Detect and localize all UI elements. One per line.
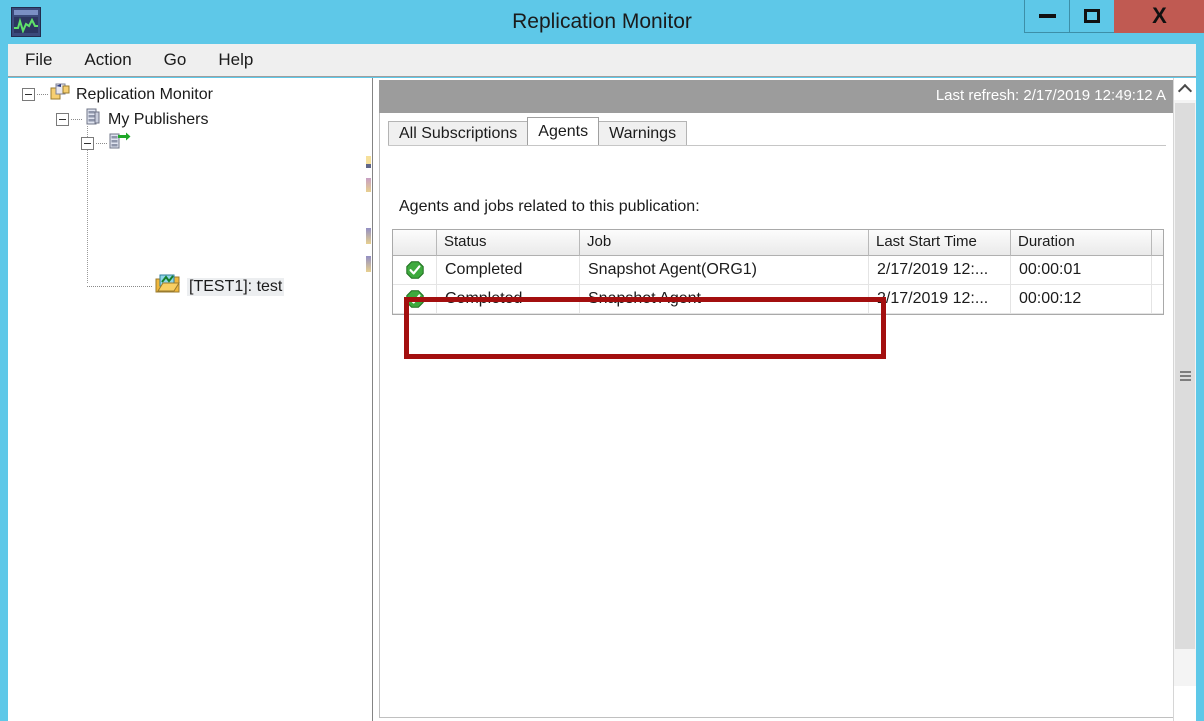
last-refresh-bar: Last refresh: 2/17/2019 12:49:12 A [379,80,1174,113]
scrollbar-grip [1179,369,1191,383]
grid-caption: Agents and jobs related to this publicat… [399,198,700,215]
green-check-icon [405,261,424,279]
minimize-button[interactable] [1024,0,1069,33]
menu-item-go[interactable]: Go [161,48,190,72]
table-row[interactable]: Completed Snapshot Agent(ORG1) 2/17/2019… [393,256,1163,285]
scrollbar-thumb[interactable] [1175,103,1195,649]
chevron-up-icon [1177,83,1193,99]
maximize-button[interactable] [1069,0,1114,33]
cell-last-start-time: 2/17/2019 12:... [869,285,1011,313]
cell-spacer [1152,285,1163,313]
menu-item-action[interactable]: Action [81,48,134,72]
tab-strip-divider [388,145,1166,146]
column-header-select[interactable] [393,230,437,256]
navigation-tree-pane[interactable]: Replication Monitor My Publishers [TEST1… [8,78,373,721]
cell-status: Completed [437,285,580,313]
column-header-spacer [1152,230,1163,256]
tree-node-label: My Publishers [108,110,209,128]
clipped-content-fragment [366,178,371,192]
column-header-last-start-time[interactable]: Last Start Time [869,230,1011,256]
tab-all-subscriptions[interactable]: All Subscriptions [388,121,529,145]
maximize-icon [1084,9,1100,23]
status-icon-cell [393,256,437,284]
tab-warnings[interactable]: Warnings [598,121,688,145]
expander-icon[interactable] [56,113,69,126]
cell-job: Snapshot Agent(ORG1) [580,256,869,284]
agents-grid[interactable]: Status Job Last Start Time Duration Comp… [392,229,1164,315]
column-header-status[interactable]: Status [437,230,580,256]
publishers-server-icon [84,108,102,131]
publication-icon [155,274,181,299]
last-refresh-label: Last refresh: 2/17/2019 12:49:12 A [935,87,1166,104]
tree-dot-connector [87,285,153,288]
tree-node-label: [TEST1]: test [187,277,285,296]
tree-dot-connector [71,118,82,121]
clipped-content-fragment [366,164,371,168]
publisher-server-arrow-icon [109,132,131,155]
tree-node-publisher-server[interactable] [81,132,137,155]
minimize-icon [1038,14,1056,18]
green-check-icon [405,290,424,308]
details-panel-body: All Subscriptions Agents Warnings Agents… [379,113,1174,718]
work-area: Replication Monitor My Publishers [TEST1… [8,78,1196,721]
expander-icon[interactable] [81,137,94,150]
replication-monitor-window: Replication Monitor X File Action Go Hel… [0,0,1204,721]
tree-node-my-publishers[interactable]: My Publishers [56,108,208,131]
cell-last-start-time: 2/17/2019 12:... [869,256,1011,284]
cell-duration: 00:00:01 [1011,256,1152,284]
scroll-up-button[interactable] [1174,78,1196,100]
grid-header-row: Status Job Last Start Time Duration [393,230,1163,256]
replication-monitor-icon [50,83,70,106]
details-pane: Last refresh: 2/17/2019 12:49:12 A All S… [374,78,1196,721]
clipped-content-fragment [366,156,371,164]
cell-spacer [1152,256,1163,284]
tree-node-label: Replication Monitor [76,85,213,103]
menu-item-help[interactable]: Help [215,48,256,72]
column-header-duration[interactable]: Duration [1011,230,1152,256]
expander-icon[interactable] [22,88,35,101]
column-header-job[interactable]: Job [580,230,869,256]
table-row[interactable]: Completed Snapshot Agent 2/17/2019 12:..… [393,285,1163,314]
tree-dot-connector [37,93,48,96]
tab-strip: All Subscriptions Agents Warnings [388,117,688,145]
window-controls: X [1024,0,1204,33]
tree-node-replication-monitor[interactable]: Replication Monitor [22,83,213,106]
replication-tree: Replication Monitor My Publishers [TEST1… [8,78,372,296]
menu-bar: File Action Go Help [8,44,1196,77]
close-button[interactable]: X [1114,0,1204,33]
status-icon-cell [393,285,437,313]
cell-job: Snapshot Agent [580,285,869,313]
vertical-scrollbar[interactable] [1173,78,1196,721]
tab-agents[interactable]: Agents [527,117,600,145]
title-bar[interactable]: Replication Monitor X [0,0,1204,44]
clipped-content-fragment [366,228,371,244]
tree-dot-connector [96,142,107,145]
tree-node-test1-test[interactable]: [TEST1]: test [87,274,285,299]
menu-item-file[interactable]: File [22,48,55,72]
clipped-content-fragment [366,256,371,272]
cell-duration: 00:00:12 [1011,285,1152,313]
cell-status: Completed [437,256,580,284]
